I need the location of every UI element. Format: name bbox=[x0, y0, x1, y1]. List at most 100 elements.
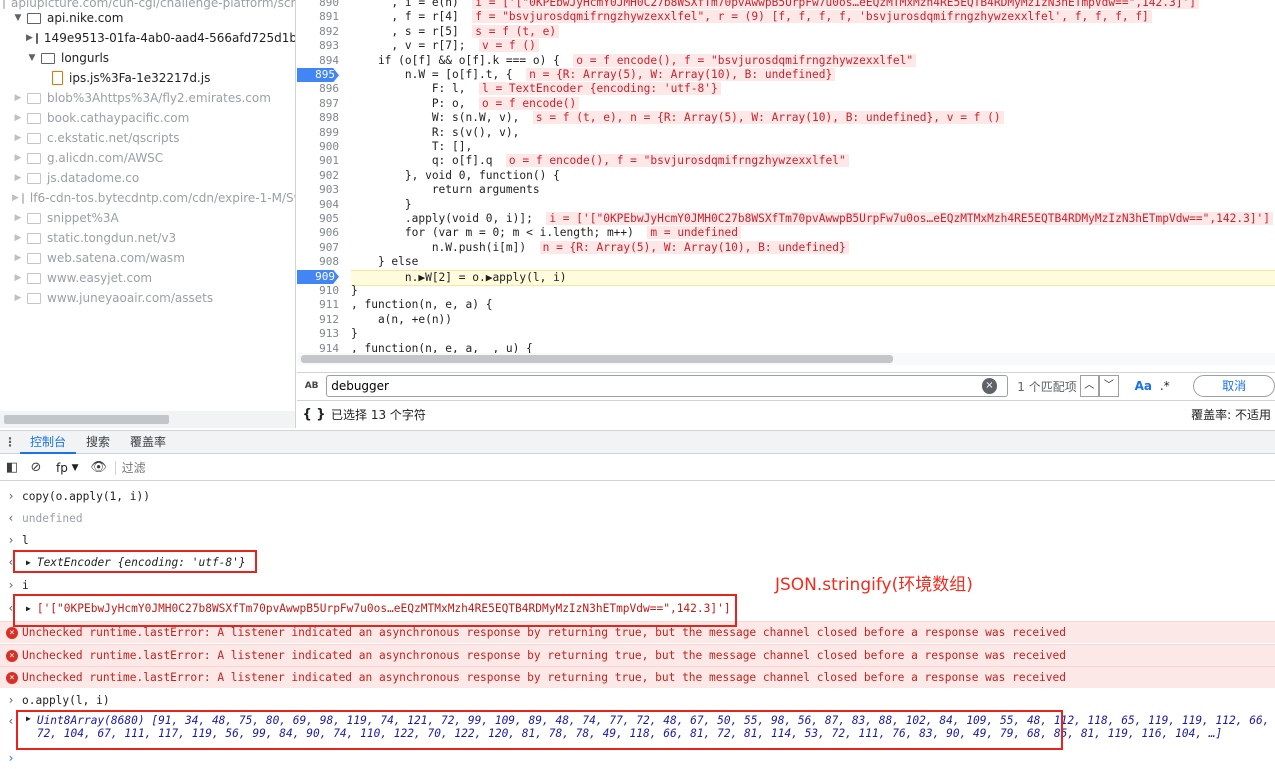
tree-horizontal-scrollbar[interactable] bbox=[0, 411, 295, 428]
tree-item[interactable]: ▶ c.ekstatic.net/qscripts bbox=[0, 128, 295, 148]
line-number[interactable]: 908 bbox=[299, 255, 339, 269]
code-line[interactable]: 903 return arguments bbox=[297, 183, 1275, 197]
context-selector[interactable]: fp ▼ bbox=[48, 461, 87, 475]
console-result-row[interactable]: ‹ undefined bbox=[0, 507, 1275, 529]
line-number[interactable]: 911 bbox=[299, 298, 339, 312]
collapsed-arrow-icon[interactable]: ▶ bbox=[12, 273, 24, 283]
collapsed-arrow-icon[interactable]: ▶ bbox=[12, 193, 19, 203]
line-number[interactable]: 897 bbox=[299, 97, 339, 111]
tree-item[interactable]: ▶ www.juneyaoair.com/assets bbox=[0, 288, 295, 308]
code-line[interactable]: 909 n.▶W[2] = o.▶apply(l, i) bbox=[297, 269, 1275, 286]
line-number[interactable]: 907 bbox=[299, 241, 339, 255]
regex-button[interactable]: .* bbox=[1160, 379, 1185, 393]
line-number[interactable]: 905 bbox=[299, 212, 339, 226]
replace-toggle-icon[interactable]: AB bbox=[297, 381, 326, 391]
code-line[interactable]: 890 , i = e(n) i = ['["0KPEbwJyHcmY0JMH0… bbox=[297, 0, 1275, 10]
line-number[interactable]: 892 bbox=[299, 25, 339, 39]
line-number[interactable]: 910 bbox=[299, 284, 339, 298]
editor-horizontal-scrollbar[interactable] bbox=[297, 353, 1275, 365]
clear-search-icon[interactable]: × bbox=[981, 378, 998, 394]
code-line[interactable]: 901 q: o[f].q o = f encode(), f = "bsvju… bbox=[297, 154, 1275, 168]
tree-item[interactable]: ▶ blob%3Ahttps%3A/fly2.emirates.com bbox=[0, 88, 295, 108]
code-line[interactable]: 895 n.W = [o[f].t, { n = {R: Array(5), W… bbox=[297, 68, 1275, 83]
collapsed-arrow-icon[interactable]: ▶ bbox=[12, 93, 24, 103]
code-line[interactable]: 900 T: [], bbox=[297, 140, 1275, 154]
tree-item[interactable]: ▼ longurls bbox=[0, 48, 295, 68]
console-input-row[interactable]: › copy(o.apply(1, i)) bbox=[0, 485, 1275, 507]
live-expression-eye-icon[interactable]: 👁 bbox=[87, 460, 111, 475]
console-input-row[interactable]: › i bbox=[0, 574, 1275, 596]
line-number[interactable]: 902 bbox=[299, 169, 339, 183]
next-match-button[interactable]: ﹀ bbox=[1099, 375, 1119, 397]
code-line[interactable]: 894 if (o[f] && o[f].k === o) { o = f en… bbox=[297, 53, 1275, 68]
more-options-icon[interactable]: ⋮ bbox=[0, 435, 20, 449]
expanded-arrow-icon[interactable]: ▼ bbox=[26, 53, 38, 63]
tab-coverage[interactable]: 覆盖率 bbox=[120, 431, 176, 454]
expanded-arrow-icon[interactable]: ▼ bbox=[12, 13, 24, 23]
code-line[interactable]: 906 for (var m = 0; m < i.length; m++) m… bbox=[297, 226, 1275, 240]
pretty-print-button[interactable]: { } bbox=[297, 407, 331, 422]
tree-item[interactable]: ips.js%3Fa-1e32217d.js bbox=[0, 68, 295, 88]
tree-item[interactable]: ▶ js.datadome.co bbox=[0, 168, 295, 188]
line-number[interactable]: 901 bbox=[299, 154, 339, 168]
code-line[interactable]: 891 , f = r[4] f = "bsvjurosdqmifrngzhyw… bbox=[297, 10, 1275, 24]
console-input-row[interactable]: › l bbox=[0, 529, 1275, 551]
previous-match-button[interactable]: ︿ bbox=[1079, 375, 1100, 397]
console-input-row[interactable]: › o.apply(l, i) bbox=[0, 689, 1275, 711]
code-line[interactable]: 899 R: s(v(), v), bbox=[297, 126, 1275, 140]
code-line[interactable]: 910} bbox=[297, 284, 1275, 298]
collapsed-arrow-icon[interactable]: ▶ bbox=[26, 33, 33, 43]
line-number[interactable]: 899 bbox=[299, 126, 339, 140]
tab-search[interactable]: 搜索 bbox=[76, 431, 120, 454]
collapsed-arrow-icon[interactable]: ▶ bbox=[12, 253, 24, 263]
code-line[interactable]: 908 } else bbox=[297, 255, 1275, 269]
search-input[interactable] bbox=[326, 375, 1008, 397]
code-line[interactable]: 904 } bbox=[297, 198, 1275, 212]
line-number[interactable]: 904 bbox=[299, 198, 339, 212]
line-number[interactable]: 900 bbox=[299, 140, 339, 154]
code-line[interactable]: 893 , v = r[7]; v = f () bbox=[297, 39, 1275, 53]
code-line[interactable]: 911 , function(n, e, a) { bbox=[297, 298, 1275, 312]
line-number[interactable]: 903 bbox=[299, 183, 339, 197]
tree-item[interactable]: ▶ www.easyjet.com bbox=[0, 268, 295, 288]
tree-item[interactable]: ▶ book.cathaypacific.com bbox=[0, 108, 295, 128]
code-line[interactable]: 913} bbox=[297, 327, 1275, 341]
tree-item[interactable]: ▶ static.tongdun.net/v3 bbox=[0, 228, 295, 248]
code-line[interactable]: 898 W: s(n.W, v), s = f (t, e), n = {R: … bbox=[297, 111, 1275, 125]
collapsed-arrow-icon[interactable]: ▶ bbox=[12, 233, 24, 243]
clear-console-icon[interactable]: ⊘ bbox=[24, 460, 48, 475]
line-number[interactable]: 913 bbox=[299, 327, 339, 341]
tree-item[interactable]: ▶ 149e9513-01fa-4ab0-aad4-566afd725d1b/2d bbox=[0, 28, 295, 48]
line-number[interactable]: 894 bbox=[299, 54, 339, 68]
code-line[interactable]: 896 F: l, l = TextEncoder {encoding: 'ut… bbox=[297, 82, 1275, 96]
tree-item[interactable]: ▶ web.satena.com/wasm bbox=[0, 248, 295, 268]
line-number[interactable]: 893 bbox=[299, 39, 339, 53]
collapsed-arrow-icon[interactable]: ▶ bbox=[12, 133, 24, 143]
line-number[interactable]: 906 bbox=[299, 226, 339, 240]
line-number[interactable]: 891 bbox=[299, 10, 339, 24]
collapsed-arrow-icon[interactable]: ▶ bbox=[12, 113, 24, 123]
collapsed-arrow-icon[interactable]: ▶ bbox=[12, 213, 24, 223]
tree-item[interactable]: ▶ snippet%3A bbox=[0, 208, 295, 228]
code-line[interactable]: 902 }, void 0, function() { bbox=[297, 169, 1275, 183]
collapsed-arrow-icon[interactable]: ▶ bbox=[12, 173, 24, 183]
collapsed-arrow-icon[interactable]: ▶ bbox=[12, 293, 24, 303]
breakpoint-line-number[interactable]: 895 bbox=[297, 68, 339, 83]
code-line[interactable]: 907 n.W.push(i[m]) n = {R: Array(5), W: … bbox=[297, 240, 1275, 255]
code-line[interactable]: 912 a(n, +e(n)) bbox=[297, 313, 1275, 327]
code-line[interactable]: 892 , s = r[5] s = f (t, e) bbox=[297, 24, 1275, 39]
code-line[interactable]: 897 P: o, o = f encode() bbox=[297, 96, 1275, 111]
code-editor[interactable]: 890 , i = e(n) i = ['["0KPEbwJyHcmY0JMH0… bbox=[297, 0, 1275, 370]
tree-item[interactable]: ▶ lf6-cdn-tos.bytecdntp.com/cdn/expire-1-… bbox=[0, 188, 295, 208]
match-case-button[interactable]: Aa bbox=[1135, 379, 1160, 393]
tree-item[interactable]: ▶ g.alicdn.com/AWSC bbox=[0, 148, 295, 168]
line-number[interactable]: 890 bbox=[299, 0, 339, 10]
collapsed-arrow-icon[interactable]: ▶ bbox=[12, 153, 24, 163]
console-error-row[interactable]: × Unchecked runtime.lastError: A listener… bbox=[0, 666, 1275, 688]
breakpoint-line-number[interactable]: 909 bbox=[297, 269, 339, 284]
tree-item[interactable]: ▼ api.nike.com bbox=[0, 8, 295, 28]
line-number[interactable]: 898 bbox=[299, 111, 339, 125]
console-error-row[interactable]: × Unchecked runtime.lastError: A listener… bbox=[0, 644, 1275, 666]
console-filter-input[interactable] bbox=[114, 460, 315, 475]
sidebar-toggle-icon[interactable]: ◧ bbox=[0, 460, 24, 475]
